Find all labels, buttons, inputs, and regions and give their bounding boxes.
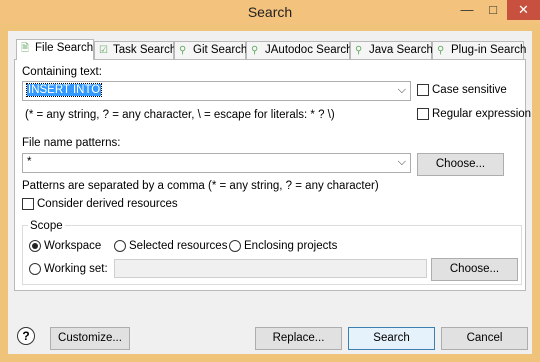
tab-jautodoc-search[interactable]: ⚲ JAutodoc Search [246,41,353,59]
close-button[interactable]: ✕ [507,0,540,20]
dialog-body: 🗎 File Search ☑ Task Search ⚲ Git Search ⚲ J… [8,31,532,354]
derived-resources-checkbox[interactable] [22,198,34,210]
tab-file-search[interactable]: 🗎 File Search [16,39,94,60]
title-bar[interactable]: Search — □ ✕ [0,0,540,24]
help-icon[interactable]: ? [17,327,35,345]
maximize-button[interactable]: □ [480,0,506,20]
tab-label: Task Search [113,44,177,56]
case-sensitive-checkbox[interactable] [417,84,429,96]
workspace-label: Workspace [44,240,102,252]
search-dialog: Search — □ ✕ 🗎 File Search ☑ Task Search ⚲… [0,0,540,362]
file-patterns-value: * [27,156,32,168]
tab-label: JAutodoc Search [265,44,353,56]
file-search-icon: 🗎 [21,43,30,54]
choose-working-set-button[interactable]: Choose... [431,258,518,281]
regex-checkbox[interactable] [417,108,429,120]
jautodoc-search-icon: ⚲ [251,45,259,56]
scope-label: Scope [28,220,65,232]
selected-resources-label: Selected resources [129,240,228,252]
containing-text-label: Containing text: [22,66,102,78]
containing-text-hint: (* = any string, ? = any character, \ = … [25,109,335,121]
git-search-icon: ⚲ [179,45,187,56]
regex-label: Regular expression [432,108,532,120]
java-search-icon: ⚲ [355,45,363,56]
choose-patterns-button[interactable]: Choose... [417,153,504,176]
search-button[interactable]: Search [348,327,435,350]
working-set-label: Working set: [44,263,108,275]
customize-button[interactable]: Customize... [50,327,130,350]
tab-git-search[interactable]: ⚲ Git Search [174,41,248,59]
enclosing-projects-radio[interactable] [229,240,241,252]
tab-label: Plug-in Search [451,44,527,56]
file-patterns-label: File name patterns: [22,137,121,149]
selected-resources-radio[interactable] [114,240,126,252]
workspace-radio[interactable] [29,240,41,252]
tab-label: File Search [35,42,94,54]
minimize-button[interactable]: — [454,0,480,20]
tab-task-search[interactable]: ☑ Task Search [94,41,177,59]
case-sensitive-label: Case sensitive [432,84,507,96]
plugin-search-icon: ⚲ [437,45,445,56]
tab-label: Java Search [369,44,433,56]
tab-plugin-search[interactable]: ⚲ Plug-in Search [432,41,527,59]
containing-text-combo[interactable]: INSERT INTO ⌵ [22,81,411,101]
chevron-down-icon[interactable]: ⌵ [398,84,406,97]
cancel-button[interactable]: Cancel [441,327,528,350]
containing-text-value: INSERT INTO [25,83,103,97]
enclosing-projects-label: Enclosing projects [244,240,338,252]
chevron-down-icon[interactable]: ⌵ [398,156,406,169]
working-set-field [114,259,427,278]
tab-label: Git Search [193,44,248,56]
derived-resources-label: Consider derived resources [37,198,178,210]
task-search-icon: ☑ [99,45,108,56]
file-search-panel: Containing text: INSERT INTO ⌵ Case sens… [14,59,531,291]
patterns-hint: Patterns are separated by a comma (* = a… [22,180,379,192]
file-patterns-combo[interactable]: * ⌵ [22,153,411,173]
replace-button[interactable]: Replace... [255,327,342,350]
tab-java-search[interactable]: ⚲ Java Search [350,41,433,59]
working-set-radio[interactable] [29,263,41,275]
